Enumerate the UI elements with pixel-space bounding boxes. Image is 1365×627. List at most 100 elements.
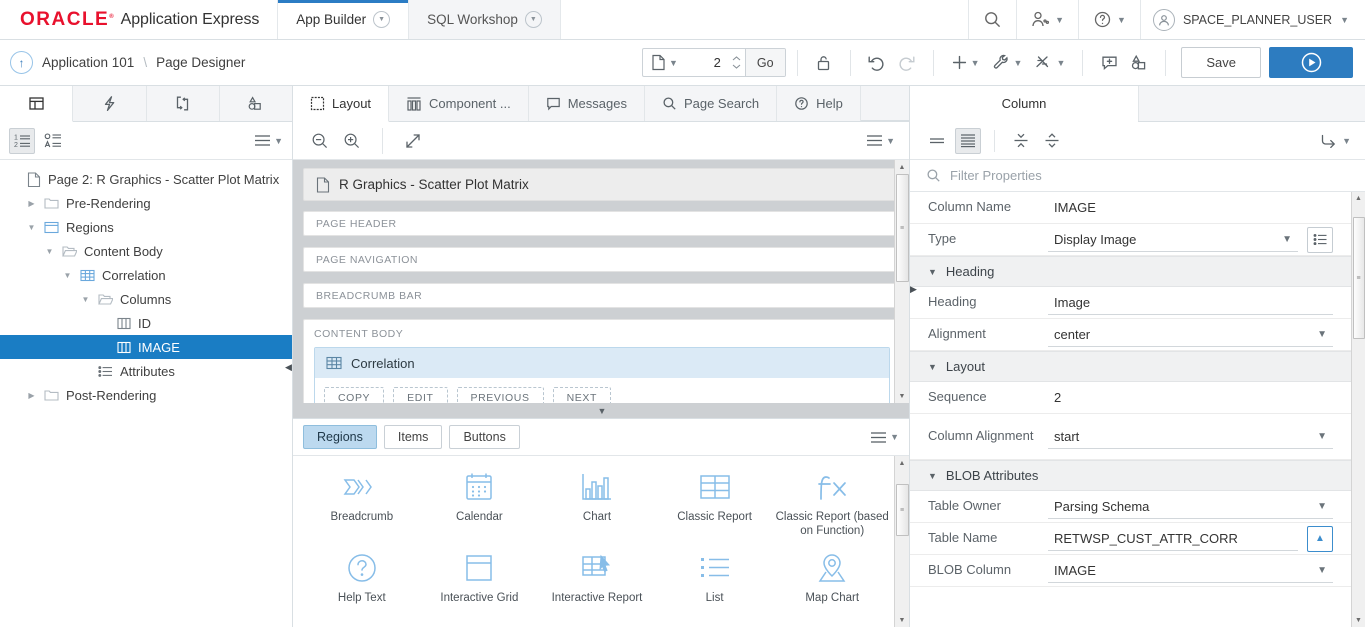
property-select-alignment[interactable]: center ▼ [1048, 323, 1333, 347]
tree-node-regions[interactable]: ▼ Regions [0, 215, 292, 239]
chevron-down-icon[interactable]: ▼ [26, 223, 37, 232]
gallery-item-calendar[interactable]: Calendar [421, 466, 539, 543]
property-scrollbar[interactable]: ▲ ≡ ▼ [1351, 192, 1365, 627]
page-select-icon[interactable]: ▼ [643, 49, 686, 76]
stage-button-next[interactable]: NEXT [552, 387, 611, 403]
chevron-down-icon[interactable]: ▼ [1282, 234, 1296, 245]
nav-tab-sql-workshop[interactable]: SQL Workshop ▼ [409, 0, 561, 39]
chevron-right-icon[interactable]: ▶ [26, 199, 37, 208]
scroll-down-icon[interactable]: ▼ [895, 613, 910, 627]
chevron-down-icon[interactable]: ▼ [1317, 329, 1331, 340]
up-arrow-icon[interactable]: ↑ [10, 51, 33, 74]
scroll-down-icon[interactable]: ▼ [1352, 614, 1365, 627]
add-icon[interactable]: ▼ [945, 48, 986, 78]
zoom-out-icon[interactable] [307, 128, 333, 154]
left-panel-menu-button[interactable]: ▼ [254, 134, 283, 147]
goto-button[interactable]: ▼ [1320, 133, 1351, 148]
gallery-item-interactive-grid[interactable]: Interactive Grid [421, 547, 539, 609]
expand-icon[interactable] [400, 128, 426, 154]
tab-component[interactable]: Component ... [389, 86, 529, 121]
tree-node-post-rendering[interactable]: ▶ Post-Rendering [0, 383, 292, 407]
chevron-down-icon[interactable]: ▼ [44, 247, 55, 256]
tab-column-properties[interactable]: Column [910, 86, 1138, 122]
show-all-button[interactable] [924, 128, 950, 154]
stage-region-header[interactable]: Correlation [315, 348, 889, 378]
stage-slot-page-navigation[interactable]: PAGE NAVIGATION [303, 247, 901, 272]
gallery-tab-buttons[interactable]: Buttons [449, 425, 520, 449]
right-panel-resize-handle[interactable]: ▶ [910, 278, 918, 300]
filter-properties-bar[interactable]: Filter Properties [910, 160, 1365, 192]
chevron-down-icon[interactable]: ▼ [373, 11, 391, 28]
tree-node-correlation[interactable]: ▼ Correlation [0, 263, 292, 287]
layout-scrollbar[interactable]: ▲ ≡ ▼ [894, 160, 909, 403]
chevron-down-icon[interactable]: ▼ [1317, 565, 1331, 576]
scroll-up-icon[interactable]: ▲ [895, 456, 910, 470]
scroll-up-icon[interactable]: ▲ [1352, 192, 1365, 205]
gallery-menu-button[interactable]: ▼ [870, 431, 899, 444]
stage-button-copy[interactable]: COPY [324, 387, 385, 403]
gallery-item-help-text[interactable]: Help Text [303, 547, 421, 609]
tab-layout[interactable]: Layout [293, 86, 390, 122]
gallery-item-classic-report-based-on-function[interactable]: Classic Report (based on Function) [773, 466, 891, 543]
chevron-down-icon[interactable]: ▼ [62, 271, 73, 280]
utilities-icon[interactable]: ▼ [986, 48, 1029, 78]
comments-icon[interactable] [1094, 48, 1124, 78]
chevron-right-icon[interactable]: ▶ [26, 391, 37, 400]
sort-numeric-button[interactable]: 1 2 [9, 127, 35, 154]
search-icon[interactable] [968, 0, 1016, 39]
lock-icon[interactable] [809, 48, 839, 78]
gallery-item-classic-report[interactable]: Classic Report [656, 466, 774, 543]
nav-tab-app-builder[interactable]: App Builder ▼ [278, 0, 410, 39]
property-section-heading[interactable]: ▼ Heading [910, 256, 1351, 287]
property-select-table-owner[interactable]: Parsing Schema ▼ [1048, 495, 1333, 519]
tree-node-columns[interactable]: ▼ Columns [0, 287, 292, 311]
theme-icon[interactable] [1124, 48, 1154, 78]
user-menu[interactable]: SPACE_PLANNER_USER ▼ [1139, 0, 1365, 39]
zoom-in-icon[interactable] [339, 128, 365, 154]
stage-button-edit[interactable]: EDIT [393, 387, 448, 403]
page-number-input[interactable]: 2 [686, 49, 728, 76]
help-icon[interactable]: ▼ [1078, 0, 1140, 39]
scroll-up-icon[interactable]: ▲ [895, 160, 910, 174]
filter-properties-input[interactable]: Filter Properties [950, 168, 1042, 183]
tab-page-search[interactable]: Page Search [644, 86, 778, 121]
processing-tab[interactable] [146, 86, 220, 121]
property-scroll-thumb[interactable]: ≡ [1352, 217, 1365, 339]
redo-icon[interactable] [892, 48, 922, 78]
gallery-item-map-chart[interactable]: Map Chart [773, 547, 891, 609]
rendering-tab[interactable] [0, 86, 74, 122]
property-select-type[interactable]: Display Image ▼ [1048, 228, 1298, 252]
gallery-tab-items[interactable]: Items [383, 425, 443, 449]
property-input-heading[interactable]: Image [1048, 291, 1333, 315]
save-button[interactable]: Save [1181, 47, 1261, 78]
go-button[interactable]: Go [744, 49, 785, 76]
chevron-down-icon[interactable]: ▼ [1317, 501, 1331, 512]
stage-region-correlation[interactable]: Correlation COPY EDIT PREVIOUS NEXT [314, 347, 890, 403]
layout-menu-button[interactable]: ▼ [866, 134, 895, 147]
gallery-item-chart[interactable]: Chart [538, 466, 656, 543]
property-select-blob-column[interactable]: IMAGE ▼ [1048, 559, 1333, 583]
gallery-tab-regions[interactable]: Regions [303, 425, 377, 449]
tree-node-page-2-r-graphics-scatter-plot-matrix[interactable]: Page 2: R Graphics - Scatter Plot Matrix [0, 167, 292, 191]
chevron-down-icon[interactable]: ▼ [1317, 431, 1331, 442]
gallery-scrollbar[interactable]: ▲ ≡ ▼ [894, 456, 909, 627]
stage-scroll-down-indicator[interactable]: ▼ [303, 403, 901, 418]
property-section-layout[interactable]: ▼ Layout [910, 351, 1351, 382]
gallery-scroll-thumb[interactable]: ≡ [895, 484, 909, 536]
property-scroll-track[interactable]: ≡ [1352, 205, 1365, 614]
collapse-all-button[interactable] [1008, 128, 1034, 154]
tree-node-id[interactable]: ID [0, 311, 292, 335]
stage-slot-page-header[interactable]: PAGE HEADER [303, 211, 901, 236]
shared-components-tab[interactable] [219, 86, 292, 121]
chevron-down-icon[interactable]: ▼ [524, 11, 542, 28]
tree-node-pre-rendering[interactable]: ▶ Pre-Rendering [0, 191, 292, 215]
page-number-stepper[interactable] [728, 49, 745, 76]
left-panel-resize-handle[interactable]: ◀ [284, 354, 293, 380]
undo-icon[interactable] [862, 48, 892, 78]
users-icon[interactable]: ▼ [1016, 0, 1078, 39]
gallery-scroll-track[interactable]: ≡ [895, 470, 910, 613]
tree-node-content-body[interactable]: ▼ Content Body [0, 239, 292, 263]
layout-scroll-track[interactable]: ≡ [895, 174, 910, 389]
shortcuts-icon[interactable]: ▼ [1028, 48, 1071, 78]
tab-messages[interactable]: Messages [528, 86, 645, 121]
